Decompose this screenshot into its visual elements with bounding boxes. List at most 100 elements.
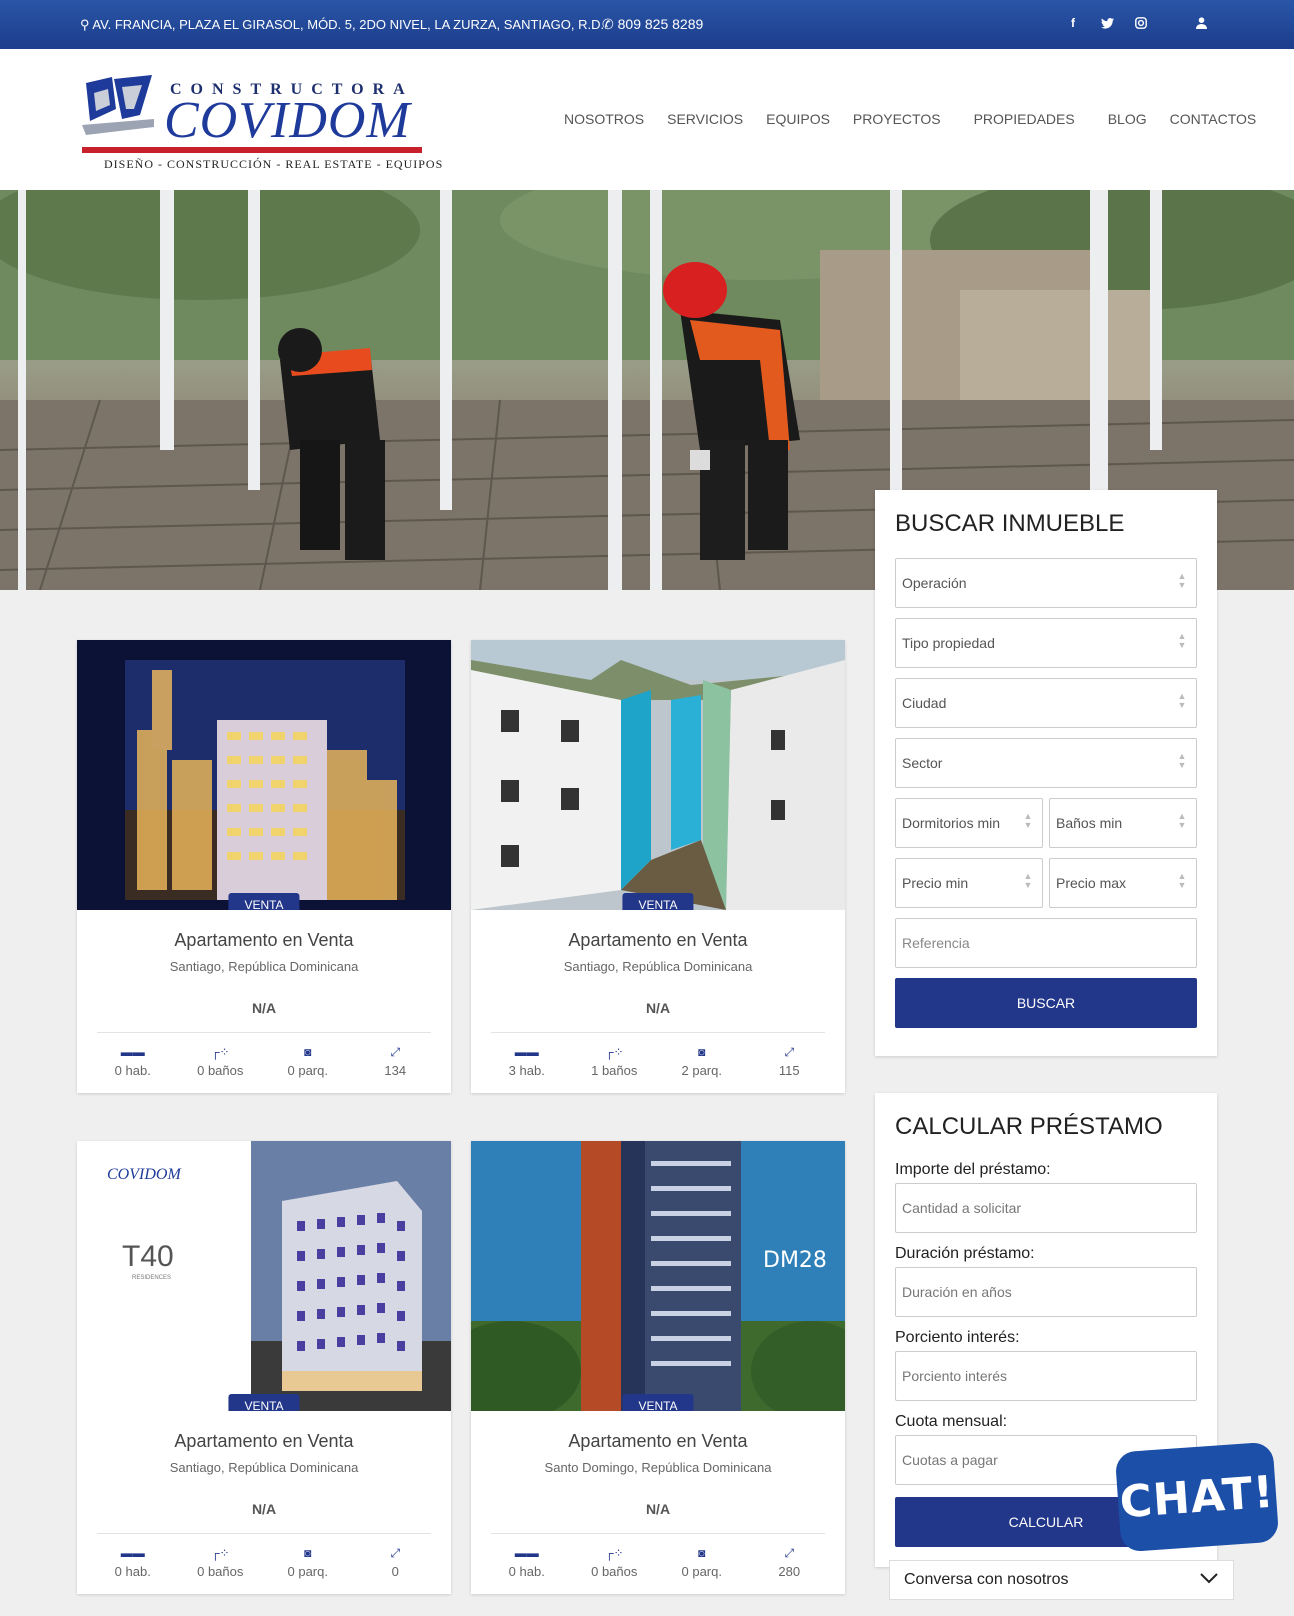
listing-title[interactable]: Apartamento en Venta (471, 1431, 845, 1452)
chat-bubble[interactable]: CHAT! (1114, 1441, 1280, 1553)
beds-value: 0 hab. (114, 1564, 151, 1579)
nav-blog[interactable]: BLOG (1108, 111, 1147, 127)
amount-input[interactable]: Cantidad a solicitar (895, 1183, 1197, 1233)
nav-contactos[interactable]: CONTACTOS (1170, 111, 1257, 127)
feature-area: ⤢ 280 (749, 1546, 829, 1594)
nav-servicios[interactable]: SERVICIOS (667, 111, 743, 127)
listing-title[interactable]: Apartamento en Venta (471, 930, 845, 951)
listing-card[interactable]: COVIDOM T40 RESIDENCES VENTA Apartamento… (77, 1141, 451, 1594)
amount-label: Importe del préstamo: (895, 1161, 1051, 1178)
feature-baths: ┌⁘ 1 baños (574, 1045, 654, 1093)
shower-icon: ┌⁘ (604, 1045, 624, 1059)
interest-label: Porciento interés: (895, 1329, 1020, 1346)
listing-location: Santiago, República Dominicana (169, 1460, 359, 1475)
city-select[interactable]: Ciudad ▲ ▼ (895, 678, 1197, 728)
feature-beds: ▬▬ 3 hab. (487, 1045, 567, 1093)
area-value: 115 (778, 1063, 800, 1078)
brand-logo[interactable]: CONSTRUCTORA COVIDOM DISEÑO - CONSTRUCCI… (82, 75, 442, 171)
duration-input[interactable]: Duración en años (895, 1267, 1197, 1317)
price-max-select[interactable]: Precio max ▲ ▼ (1049, 858, 1197, 908)
area-value: 0 (391, 1564, 399, 1579)
brand-name: COVIDOM (164, 92, 411, 149)
listing-features: ▬▬ 3 hab. ┌⁘ 1 baños ◙ 2 parq. ⤢ 115 (471, 1033, 845, 1093)
expand-icon: ⤢ (390, 1045, 401, 1059)
listing-card[interactable]: VENTA Apartamento en Venta Santiago, Rep… (77, 640, 451, 1093)
night-building-photo (77, 640, 451, 910)
car-icon: ◙ (304, 1546, 312, 1560)
rooms-row: Dormitorios min ▲ ▼ Baños min ▲ ▼ (895, 798, 1197, 858)
reference-placeholder: Referencia (902, 935, 970, 951)
expand-icon: ⤢ (390, 1546, 401, 1560)
listing-card[interactable]: DM28 VENTA Apartamento en Venta Santo Do… (471, 1141, 845, 1594)
nav-nosotros[interactable]: NOSOTROS (564, 111, 644, 127)
phone[interactable]: ✆ 809 825 8289 (602, 16, 703, 33)
fee-label: Cuota mensual: (895, 1413, 1008, 1430)
listing-image[interactable]: VENTA (77, 640, 451, 910)
listing-price: N/A (645, 1000, 671, 1016)
listing-title[interactable]: Apartamento en Venta (77, 1431, 451, 1452)
select-arrows-icon: ▲ ▼ (1023, 871, 1033, 890)
listing-image[interactable]: VENTA (471, 640, 845, 910)
price-row: Precio min ▲ ▼ Precio max ▲ ▼ (895, 858, 1197, 918)
interest-input[interactable]: Porciento interés (895, 1351, 1197, 1401)
property-type-select[interactable]: Tipo propiedad ▲ ▼ (895, 618, 1197, 668)
listing-image[interactable]: DM28 VENTA (471, 1141, 845, 1411)
listing-card[interactable]: VENTA Apartamento en Venta Santiago, Rep… (471, 640, 845, 1093)
address: ⚲ AV. FRANCIA, PLAZA EL GIRASOL, MÓD. 5,… (80, 17, 604, 33)
instagram-icon[interactable] (1132, 14, 1150, 32)
select-arrows-icon: ▲ ▼ (1177, 751, 1187, 770)
feature-baths: ┌⁘ 0 baños (180, 1546, 260, 1594)
beds-min-select[interactable]: Dormitorios min ▲ ▼ (895, 798, 1043, 848)
nav-proyectos[interactable]: PROYECTOS (853, 111, 941, 127)
search-button[interactable]: BUSCAR (895, 978, 1197, 1028)
listing-badge: VENTA (228, 893, 300, 910)
operation-select[interactable]: Operación ▲ ▼ (895, 558, 1197, 608)
price-max-value: Precio max (1056, 875, 1127, 891)
reference-input[interactable]: Referencia (895, 918, 1197, 968)
user-icon[interactable] (1192, 14, 1210, 32)
chevron-down-icon[interactable] (1199, 1571, 1219, 1589)
phone-icon: ✆ (602, 16, 618, 32)
twitter-icon[interactable] (1098, 14, 1116, 32)
nav-equipos[interactable]: EQUIPOS (766, 111, 830, 127)
parking-value: 2 parq. (681, 1063, 722, 1078)
phone-text: 809 825 8289 (617, 16, 704, 32)
bed-icon: ▬▬ (514, 1546, 539, 1560)
listing-features: ▬▬ 0 hab. ┌⁘ 0 baños ◙ 0 parq. ⤢ 280 (471, 1534, 845, 1594)
listing-image[interactable]: COVIDOM T40 RESIDENCES VENTA (77, 1141, 451, 1411)
listing-title[interactable]: Apartamento en Venta (77, 930, 451, 951)
nav-propiedades[interactable]: PROPIEDADES (974, 111, 1075, 127)
beds-value: 0 hab. (508, 1564, 545, 1579)
city-value: Ciudad (902, 695, 947, 711)
search-title: BUSCAR INMUEBLE (895, 510, 1125, 537)
car-icon: ◙ (698, 1045, 706, 1059)
select-arrows-icon: ▲ ▼ (1177, 571, 1187, 590)
main-nav: NOSOTROS SERVICIOS EQUIPOS PROYECTOS PRO… (564, 111, 1279, 127)
listing-location: Santiago, República Dominicana (169, 959, 359, 974)
apartment-blocks-photo (471, 640, 845, 910)
map-pin-icon: ⚲ (80, 17, 93, 32)
address-text: AV. FRANCIA, PLAZA EL GIRASOL, MÓD. 5, 2… (92, 17, 605, 32)
listing-location: Santiago, República Dominicana (563, 959, 753, 974)
baths-value: 0 baños (197, 1063, 244, 1078)
select-arrows-icon: ▲ ▼ (1177, 871, 1187, 890)
listing-features: ▬▬ 0 hab. ┌⁘ 0 baños ◙ 0 parq. ⤢ 134 (77, 1033, 451, 1093)
dm28-tower-render: DM28 (471, 1141, 845, 1411)
price-min-value: Precio min (902, 875, 969, 891)
baths-value: 0 baños (591, 1564, 638, 1579)
feature-parking: ◙ 0 parq. (268, 1045, 348, 1093)
baths-min-select[interactable]: Baños min ▲ ▼ (1049, 798, 1197, 848)
expand-icon: ⤢ (784, 1045, 795, 1059)
baths-value: 0 baños (197, 1564, 244, 1579)
select-arrows-icon: ▲ ▼ (1177, 691, 1187, 710)
image-residences-text: RESIDENCES (132, 1275, 171, 1281)
chat-bar-label: Conversa con nosotros (904, 1571, 1069, 1588)
feature-beds: ▬▬ 0 hab. (93, 1045, 173, 1093)
area-value: 134 (384, 1063, 407, 1078)
sector-select[interactable]: Sector ▲ ▼ (895, 738, 1197, 788)
listing-price: N/A (251, 1000, 277, 1016)
facebook-icon[interactable]: f (1064, 14, 1082, 32)
price-min-select[interactable]: Precio min ▲ ▼ (895, 858, 1043, 908)
car-icon: ◙ (698, 1546, 706, 1560)
chat-bar[interactable]: Conversa con nosotros (889, 1560, 1234, 1600)
